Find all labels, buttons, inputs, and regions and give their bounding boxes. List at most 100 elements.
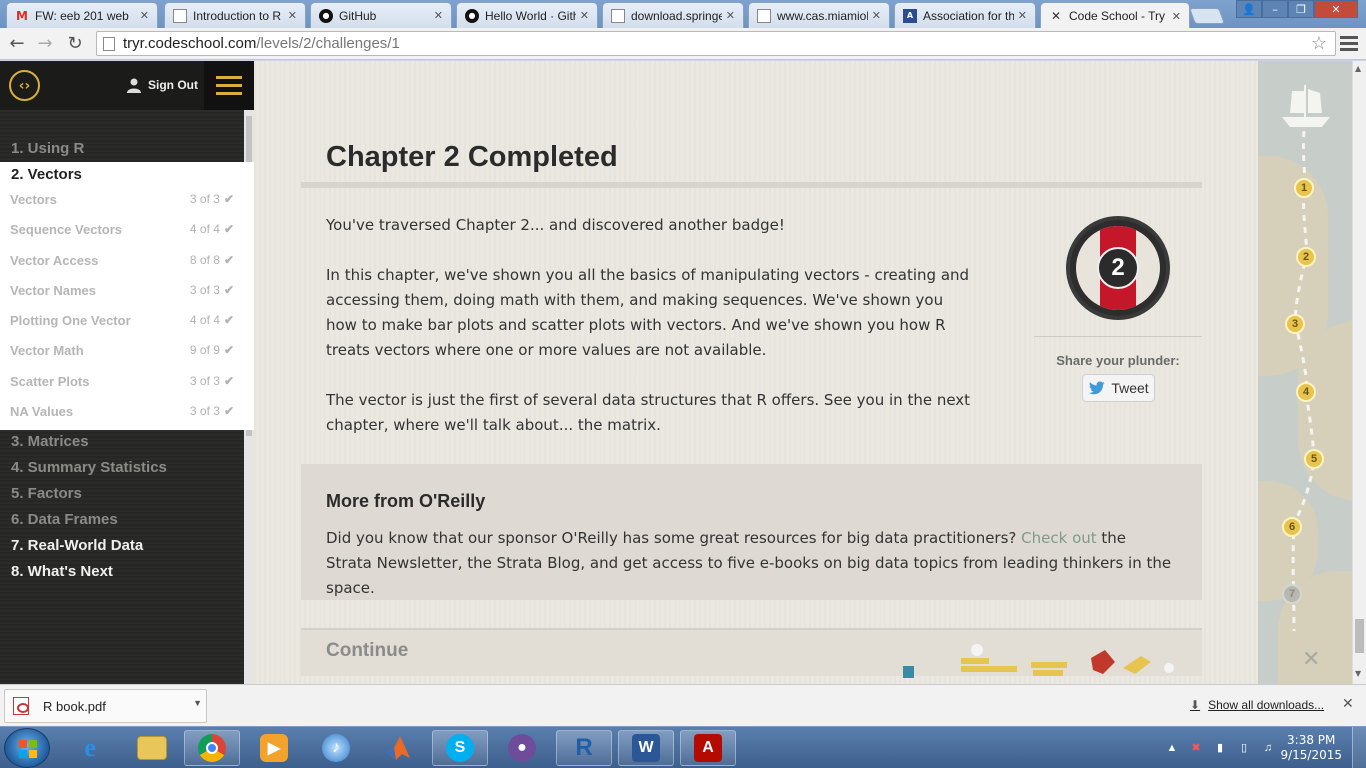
menu-hamburger-icon[interactable] (204, 61, 254, 110)
taskbar-chrome[interactable] (184, 730, 240, 766)
taskbar-media-player[interactable]: ▶ (246, 730, 302, 766)
start-button[interactable] (4, 728, 50, 768)
tab-gmail[interactable]: M FW: eeb 201 web ✕ (6, 2, 158, 28)
challenge-vector-names[interactable]: Vector Names 3 of 3 ✔ (0, 275, 244, 305)
code-school-logo-icon[interactable]: ‹› (9, 70, 40, 101)
taskbar-github[interactable]: ● (494, 730, 550, 766)
scroll-up-icon[interactable]: ▲ (1355, 64, 1361, 73)
map-waypoint-4[interactable]: 4 (1296, 382, 1316, 402)
battery-icon[interactable]: ▯ (1236, 741, 1252, 755)
close-icon[interactable]: ✕ (1018, 9, 1027, 22)
show-desktop-button[interactable] (1352, 727, 1366, 768)
network-warning-icon[interactable]: ✖ (1188, 741, 1204, 755)
page-title: Chapter 2 Completed (326, 141, 618, 173)
tab-code-school[interactable]: ✕ Code School - Try ✕ (1040, 2, 1190, 29)
map-waypoint-5[interactable]: 5 (1304, 449, 1324, 469)
challenge-name: Scatter Plots (10, 373, 90, 389)
user-icon (127, 78, 141, 93)
check-out-link[interactable]: Check out (1021, 529, 1096, 547)
oreilly-heading: More from O'Reilly (326, 491, 486, 511)
map-waypoint-7[interactable]: 7 (1282, 584, 1302, 604)
bookmark-star-icon[interactable]: ☆ (1311, 33, 1327, 54)
address-bar[interactable]: tryr.codeschool.com/levels/2/challenges/… (96, 31, 1336, 56)
sign-out-link[interactable]: Sign Out (126, 77, 198, 93)
chapter-whats-next[interactable]: 8. What's Next (0, 559, 244, 585)
matlab-icon (384, 734, 412, 762)
page-scrollbar[interactable]: ▲ ▼ (1352, 61, 1366, 684)
folder-icon (137, 736, 167, 760)
back-icon[interactable]: ← (6, 33, 28, 55)
chapter-matrices[interactable]: 3. Matrices (0, 429, 244, 455)
close-window-icon[interactable]: ✕ (1314, 0, 1358, 18)
close-downloads-icon[interactable]: ✕ (1342, 696, 1354, 712)
taskbar-word[interactable]: W (618, 730, 674, 766)
chrome-menu-icon[interactable] (1340, 34, 1358, 52)
tab-label: FW: eeb 201 web (35, 8, 129, 23)
taskbar-skype[interactable]: S (432, 730, 488, 766)
window-controls: 👤 – ❐ ✕ (1236, 0, 1358, 18)
map-waypoint-2[interactable]: 2 (1296, 247, 1316, 267)
system-clock[interactable]: 3:38 PM 9/15/2015 (1280, 733, 1342, 763)
download-item[interactable]: R book.pdf ▼ (4, 689, 207, 723)
scroll-down-icon[interactable]: ▼ (1355, 669, 1361, 678)
chapter-real-world-data[interactable]: 7. Real-World Data (0, 533, 244, 559)
challenge-na-values[interactable]: NA Values 3 of 3 ✔ (0, 396, 244, 426)
tab-miamioh[interactable]: www.cas.miamioh ✕ (748, 2, 890, 28)
challenge-name: Vector Names (10, 282, 96, 298)
tweet-button[interactable]: Tweet (1082, 374, 1155, 402)
new-tab-button[interactable] (1189, 8, 1225, 24)
chapter-using-r[interactable]: 1. Using R (0, 136, 244, 162)
close-icon[interactable]: ✕ (1172, 10, 1181, 23)
show-all-downloads-link[interactable]: ⬇ Show all downloads... (1190, 698, 1324, 712)
challenge-count: 3 of 3 (189, 192, 220, 206)
reload-icon[interactable]: ↻ (64, 33, 86, 55)
challenge-vectors[interactable]: Vectors 3 of 3 ✔ (0, 184, 244, 214)
challenge-scatter-plots[interactable]: Scatter Plots 3 of 3 ✔ (0, 366, 244, 396)
signal-icon[interactable]: ▮ (1212, 741, 1228, 755)
close-icon[interactable]: ✕ (140, 9, 149, 22)
close-icon[interactable]: ✕ (872, 9, 881, 22)
volume-icon[interactable]: ♫ (1260, 741, 1276, 755)
taskbar-acrobat[interactable]: A (680, 730, 736, 766)
close-icon[interactable]: ✕ (288, 9, 297, 22)
tab-hello-world[interactable]: ● Hello World · Gith ✕ (456, 2, 598, 28)
chapter-factors[interactable]: 5. Factors (0, 481, 244, 507)
tab-intro-r[interactable]: Introduction to R ✕ (164, 2, 306, 28)
close-icon[interactable]: ✕ (726, 9, 735, 22)
challenge-vector-math[interactable]: Vector Math 9 of 9 ✔ (0, 335, 244, 365)
windows-logo-icon (19, 740, 37, 758)
sign-out-label: Sign Out (148, 78, 198, 92)
chapter-summary-statistics[interactable]: 4. Summary Statistics (0, 455, 244, 481)
map-waypoint-3[interactable]: 3 (1285, 314, 1305, 334)
forward-icon[interactable]: → (34, 33, 56, 55)
challenge-count: 8 of 8 (189, 253, 220, 267)
challenge-sequence-vectors[interactable]: Sequence Vectors 4 of 4 ✔ (0, 214, 244, 244)
challenge-vector-access[interactable]: Vector Access 8 of 8 ✔ (0, 245, 244, 275)
tab-github[interactable]: ● GitHub ✕ (310, 2, 452, 28)
chevron-down-icon[interactable]: ▼ (193, 698, 202, 708)
map-waypoint-6[interactable]: 6 (1282, 517, 1302, 537)
map-waypoint-1[interactable]: 1 (1294, 178, 1314, 198)
tab-label: GitHub (339, 8, 377, 23)
scroll-thumb[interactable] (1355, 619, 1364, 653)
codeschool-icon: ✕ (1050, 9, 1062, 23)
restore-icon[interactable]: ❐ (1288, 0, 1314, 18)
challenge-plotting-one-vector[interactable]: Plotting One Vector 4 of 4 ✔ (0, 305, 244, 335)
taskbar-matlab[interactable] (370, 730, 426, 766)
url-path: /levels/2/challenges/1 (256, 35, 400, 52)
close-icon[interactable]: ✕ (580, 9, 589, 22)
user-icon[interactable]: 👤 (1236, 0, 1262, 18)
taskbar-r[interactable]: R (556, 730, 612, 766)
taskbar-file-explorer[interactable] (124, 730, 180, 766)
close-icon[interactable]: ✕ (434, 9, 443, 22)
oreilly-text-part: Did you know that our sponsor O'Reilly h… (326, 529, 1022, 547)
tab-springer[interactable]: download.springe ✕ (602, 2, 744, 28)
continue-button[interactable]: Continue (301, 628, 1202, 678)
oreilly-text: Did you know that our sponsor O'Reilly h… (326, 526, 1176, 601)
tab-association[interactable]: A Association for th ✕ (894, 2, 1036, 28)
chapter-data-frames[interactable]: 6. Data Frames (0, 507, 244, 533)
minimize-icon[interactable]: – (1262, 0, 1288, 18)
taskbar-internet-explorer[interactable]: e (62, 730, 118, 766)
show-hidden-icons-icon[interactable]: ▲ (1164, 741, 1180, 755)
taskbar-itunes[interactable]: ♪ (308, 730, 364, 766)
